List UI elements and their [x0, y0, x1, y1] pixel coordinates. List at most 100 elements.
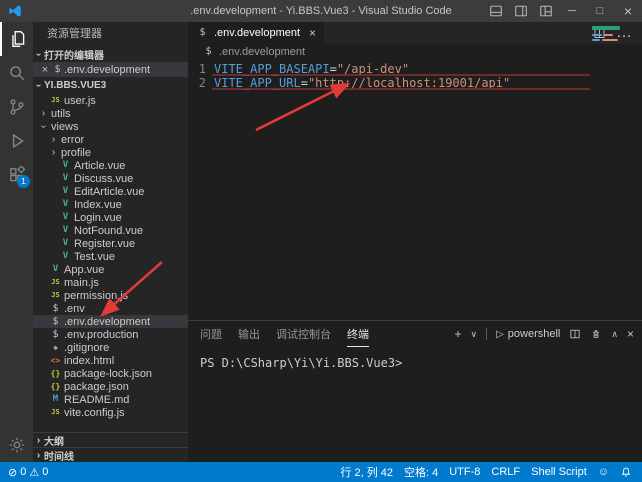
- tree-item[interactable]: VIndex.vue: [33, 198, 188, 211]
- tree-item[interactable]: MREADME.md: [33, 393, 188, 406]
- timeline-header[interactable]: › 时间线: [33, 447, 188, 462]
- outline-label: 大纲: [44, 433, 64, 448]
- status-item[interactable]: UTF-8: [449, 466, 480, 478]
- json-file-icon: {}: [49, 370, 62, 378]
- minimap[interactable]: [592, 26, 638, 44]
- tab-env-development[interactable]: $ .env.development ×: [188, 22, 324, 44]
- tree-item[interactable]: ›views: [33, 120, 188, 133]
- minimize-button[interactable]: ─: [558, 0, 586, 22]
- status-bar: ⊘ 0 ⚠ 0 行 2, 列 42 空格: 4 UTF-8 CRLF Shell Scr…: [0, 462, 642, 482]
- status-item[interactable]: Shell Script: [531, 466, 587, 478]
- tree-item-label: Index.vue: [74, 199, 122, 211]
- tree-item[interactable]: ›error: [33, 133, 188, 146]
- status-item[interactable]: 空格: 4: [404, 464, 438, 480]
- tree-item[interactable]: {}package.json: [33, 380, 188, 393]
- line-number: 2: [188, 76, 206, 90]
- editor-group: $ .env.development × … $ .env.developmen…: [188, 22, 642, 320]
- breadcrumb-file: .env.development: [219, 46, 305, 58]
- js-file-icon: JS: [49, 97, 62, 104]
- open-editor-item[interactable]: × $ .env.development: [33, 62, 188, 77]
- tree-item-label: main.js: [64, 277, 99, 289]
- terminal-dropdown-icon[interactable]: ∨: [471, 329, 478, 340]
- html-file-icon: <>: [49, 357, 62, 365]
- tree-item[interactable]: JSmain.js: [33, 276, 188, 289]
- activity-run-debug[interactable]: [0, 124, 33, 158]
- tree-item-label: Login.vue: [74, 212, 122, 224]
- close-button[interactable]: ×: [614, 0, 642, 22]
- breadcrumb[interactable]: $ .env.development: [188, 44, 642, 60]
- env-file-icon: $: [196, 28, 209, 38]
- tree-item[interactable]: ›utils: [33, 107, 188, 120]
- tree-item-label: error: [61, 134, 84, 146]
- maximize-button[interactable]: □: [586, 0, 614, 22]
- chevron-down-icon: ›: [33, 49, 44, 60]
- toggle-panel-icon[interactable]: [483, 0, 508, 22]
- open-editors-header[interactable]: › 打开的编辑器: [33, 46, 188, 62]
- tree-item[interactable]: $.env.development: [33, 315, 188, 328]
- tree-item[interactable]: VDiscuss.vue: [33, 172, 188, 185]
- close-editor-icon[interactable]: ×: [39, 64, 51, 76]
- new-terminal-icon[interactable]: +: [454, 327, 461, 341]
- env-file-icon: $: [49, 330, 62, 340]
- error-count: 0: [20, 466, 26, 478]
- activity-search[interactable]: [0, 56, 33, 90]
- tree-item[interactable]: JSuser.js: [33, 94, 188, 107]
- chevron-right-icon: ›: [33, 435, 44, 446]
- tab-close-icon[interactable]: ×: [309, 26, 316, 40]
- panel-tab[interactable]: 终端: [347, 321, 369, 347]
- outline-header[interactable]: › 大纲: [33, 432, 188, 447]
- settings-gear-icon[interactable]: [0, 428, 33, 462]
- tree-item[interactable]: ›profile: [33, 146, 188, 159]
- tree-item[interactable]: VLogin.vue: [33, 211, 188, 224]
- activity-source-control[interactable]: [0, 90, 33, 124]
- close-panel-icon[interactable]: ×: [627, 327, 634, 341]
- problems-status[interactable]: ⊘ 0 ⚠ 0: [8, 466, 48, 479]
- kill-terminal-icon[interactable]: [590, 328, 602, 340]
- tree-item-label: NotFound.vue: [74, 225, 143, 237]
- timeline-label: 时间线: [44, 448, 74, 463]
- tree-item[interactable]: $.env.production: [33, 328, 188, 341]
- chevron-down-icon: ›: [38, 121, 49, 132]
- tree-item[interactable]: VNotFound.vue: [33, 224, 188, 237]
- terminal-prompt: PS D:\CSharp\Yi\Yi.BBS.Vue3>: [200, 356, 402, 370]
- tree-item[interactable]: VTest.vue: [33, 250, 188, 263]
- activity-extensions[interactable]: 1: [0, 158, 33, 192]
- maximize-panel-icon[interactable]: ∧: [611, 329, 618, 340]
- status-item[interactable]: 行 2, 列 42: [340, 464, 393, 480]
- terminal-instance[interactable]: ▷ powershell: [496, 328, 560, 340]
- tree-item[interactable]: VApp.vue: [33, 263, 188, 276]
- vue-file-icon: V: [59, 161, 72, 170]
- tree-item[interactable]: VArticle.vue: [33, 159, 188, 172]
- vue-file-icon: V: [59, 213, 72, 222]
- notifications-bell-icon[interactable]: [620, 466, 632, 478]
- activity-explorer[interactable]: [0, 22, 33, 56]
- panel-header: 问题输出调试控制台终端 + ∨ ▷ powershell ∧ ×: [188, 321, 642, 347]
- tree-item[interactable]: JSvite.config.js: [33, 406, 188, 419]
- chevron-down-icon: ›: [33, 80, 44, 91]
- toggle-secondary-sidebar-icon[interactable]: [508, 0, 533, 22]
- tree-item-label: package.json: [64, 381, 129, 393]
- tree-item[interactable]: <>index.html: [33, 354, 188, 367]
- panel-tab[interactable]: 调试控制台: [276, 321, 331, 347]
- customize-layout-icon[interactable]: [533, 0, 558, 22]
- env-file-icon: $: [202, 47, 215, 57]
- tree-item-label: Test.vue: [74, 251, 115, 263]
- tree-item[interactable]: {}package-lock.json: [33, 367, 188, 380]
- tree-item[interactable]: VRegister.vue: [33, 237, 188, 250]
- split-terminal-icon[interactable]: [569, 328, 581, 340]
- tree-item[interactable]: VEditArticle.vue: [33, 185, 188, 198]
- project-header[interactable]: › YI.BBS.VUE3: [33, 77, 188, 93]
- tree-item[interactable]: ◆.gitignore: [33, 341, 188, 354]
- tree-item[interactable]: JSpermission.js: [33, 289, 188, 302]
- chevron-right-icon: ›: [38, 108, 49, 119]
- feedback-smiley-icon[interactable]: ☺: [598, 466, 609, 478]
- code-area[interactable]: 1VITE_APP_BASEAPI="/api-dev"2VITE_APP_UR…: [188, 60, 642, 90]
- bottom-panel: 问题输出调试控制台终端 + ∨ ▷ powershell ∧ × PS D:\C…: [188, 320, 642, 462]
- env-file-icon: $: [49, 317, 62, 327]
- terminal-output[interactable]: PS D:\CSharp\Yi\Yi.BBS.Vue3>: [188, 347, 642, 370]
- panel-tab[interactable]: 输出: [238, 321, 260, 347]
- tree-item[interactable]: $.env: [33, 302, 188, 315]
- panel-tab[interactable]: 问题: [200, 321, 222, 347]
- status-item[interactable]: CRLF: [491, 466, 520, 478]
- errors-icon: ⊘: [8, 466, 17, 479]
